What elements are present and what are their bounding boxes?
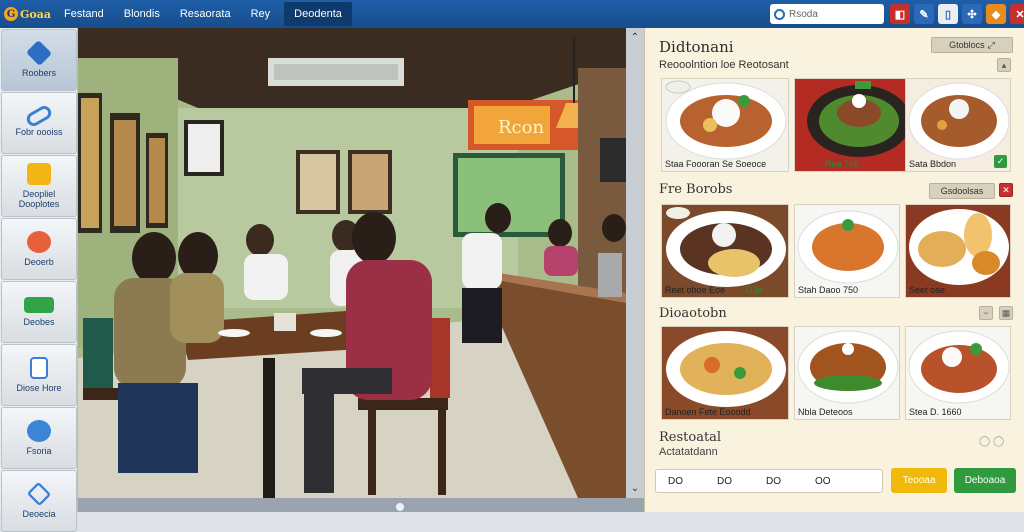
sidebar-item-label: Deoerb: [24, 257, 54, 267]
sidebar-item-fobr-oooiss[interactable]: Fobr oooiss: [1, 92, 77, 154]
search-box[interactable]: Rsoda: [770, 4, 884, 24]
card-price: Rea 765: [825, 159, 860, 169]
menu-panel: Didtonani Reooolntion loe Reotosant Gtob…: [644, 28, 1024, 512]
scroll-thumb[interactable]: [396, 503, 404, 511]
card-caption: Stea D. 1660: [909, 407, 962, 417]
menu-item-festand[interactable]: Festand: [54, 0, 114, 28]
expand-icon: ⤢: [987, 39, 995, 50]
quantity-value: OO: [815, 475, 831, 487]
horizontal-scrollbar[interactable]: [78, 498, 644, 512]
food-card[interactable]: Danoen Fete Eooodd: [661, 326, 789, 420]
card-caption: Danoen Fete Eooodd: [665, 407, 751, 417]
sidebar: Roobers Fobr oooiss Deopliel Dooplotes D…: [0, 28, 78, 532]
section-title-2: Fre Borobs: [659, 182, 733, 197]
sidebar-item-roobers[interactable]: Roobers: [1, 29, 77, 91]
header-button[interactable]: Gtoblocs ⤢: [931, 37, 1013, 53]
sidebar-item-label: Fobr oooiss: [15, 127, 63, 137]
card-caption: Reet oboe Eoe: [665, 285, 726, 295]
sidebar-item-label: Fsoria: [26, 446, 52, 456]
sidebar-item-deoerb[interactable]: Deoerb: [1, 218, 77, 280]
notification-icon[interactable]: ◆: [986, 4, 1006, 24]
toolbar-icons: ◧ ✎ ▯ ✣ ◆ ✕: [890, 4, 1024, 24]
minimize-icon[interactable]: −: [979, 306, 993, 320]
sidebar-item-deobes[interactable]: Deobes: [1, 281, 77, 343]
menu-item-resaorata[interactable]: Resaorata: [170, 0, 241, 28]
card-caption: Sata Bbdon: [909, 159, 957, 169]
cube-icon: [25, 39, 53, 67]
box-icon: [27, 163, 51, 185]
quantity-value: DO: [717, 475, 732, 487]
page-icon: [30, 357, 48, 379]
close-icon[interactable]: ✕: [999, 183, 1013, 197]
collapse-icon[interactable]: ▴: [997, 58, 1011, 72]
menu-item-blondis[interactable]: Blondis: [114, 0, 170, 28]
main-menu: Festand Blondis Resaorata Rey Deodenta: [54, 0, 352, 28]
search-icon: [774, 8, 785, 20]
grid-icon[interactable]: ▦: [999, 306, 1013, 320]
card-caption: Stah Daoo 750: [798, 285, 859, 295]
food-card[interactable]: Sata Bbdon ✓: [905, 78, 1011, 172]
card-caption: Staa Foooran Se Soeoce: [665, 159, 767, 169]
scroll-up-icon[interactable]: ⌃: [631, 32, 639, 43]
checkmark-icon[interactable]: ✓: [994, 155, 1007, 168]
svg-text:Rcon: Rcon: [498, 117, 544, 138]
photo-scrollbar[interactable]: ⌃ ⌄: [626, 28, 644, 498]
quantity-field[interactable]: DO DO DO OO: [655, 469, 883, 493]
panel-subtitle: Reooolntion loe Reotosant: [659, 59, 789, 71]
footer-icons: ◯ ◯: [979, 436, 1005, 447]
food-card[interactable]: Rea 765 ✓: [794, 78, 922, 172]
logo-mark: G: [4, 7, 18, 21]
food-card[interactable]: Seet oae: [905, 204, 1011, 298]
sidebar-item-label: Deoecia: [22, 509, 56, 519]
food-card[interactable]: Nbla Deteoos: [794, 326, 900, 420]
sidebar-item-diose-hore[interactable]: Diose Hore: [1, 344, 77, 406]
quantity-value: DO: [668, 475, 683, 487]
search-input[interactable]: Rsoda: [789, 9, 818, 20]
document-icon[interactable]: ▯: [938, 4, 958, 24]
cube-outline-icon: [26, 481, 52, 507]
card-price: D3o: [746, 285, 763, 295]
secondary-button[interactable]: Teooaa: [891, 468, 947, 493]
scroll-down-icon[interactable]: ⌄: [631, 483, 639, 494]
sidebar-item-deopliel[interactable]: Deopliel Dooplotes: [1, 155, 77, 217]
sidebar-item-deoecia[interactable]: Deoecia: [1, 470, 77, 532]
sidebar-item-label: Diose Hore: [16, 383, 62, 393]
footer-subtitle: Actatatdann: [659, 446, 718, 458]
card-caption: Seet oae: [909, 285, 946, 295]
food-card[interactable]: Reet oboe Eoe D3o: [661, 204, 789, 298]
close-icon[interactable]: ✕: [1010, 4, 1024, 24]
panel-title: Didtonani: [659, 38, 734, 56]
card-caption: Nbla Deteoos: [798, 407, 853, 417]
food-icon: [27, 231, 51, 253]
menu-item-rey[interactable]: Rey: [241, 0, 281, 28]
restaurant-photo: Rcon: [78, 28, 626, 498]
sidebar-item-label: Deopliel Dooplotes: [18, 189, 60, 209]
globe-icon: [27, 420, 51, 442]
tray-icon: [24, 297, 54, 313]
section2-button[interactable]: Gsdoolsas: [929, 183, 995, 199]
sidebar-item-fsoria[interactable]: Fsoria: [1, 407, 77, 469]
settings-icon[interactable]: ✣: [962, 4, 982, 24]
footer-title: Restoatal: [659, 430, 722, 445]
share-icon[interactable]: ✎: [914, 4, 934, 24]
primary-button[interactable]: Deboaoa: [954, 468, 1016, 493]
header-button-label: Gtoblocs: [949, 40, 985, 50]
link-icon: [24, 103, 54, 129]
section-title-3: Dioaotobn: [659, 306, 727, 321]
app-logo[interactable]: G Goaa: [4, 4, 54, 24]
sidebar-item-label: Roobers: [21, 68, 57, 78]
food-card[interactable]: Stea D. 1660: [905, 326, 1011, 420]
bookmark-icon[interactable]: ◧: [890, 4, 910, 24]
sidebar-item-label: Deobes: [23, 317, 55, 327]
logo-text: Goaa: [20, 7, 51, 21]
food-card[interactable]: Staa Foooran Se Soeoce: [661, 78, 789, 172]
quantity-value: DO: [766, 475, 781, 487]
menu-item-deodenta[interactable]: Deodenta: [284, 2, 352, 26]
food-card[interactable]: Stah Daoo 750: [794, 204, 900, 298]
